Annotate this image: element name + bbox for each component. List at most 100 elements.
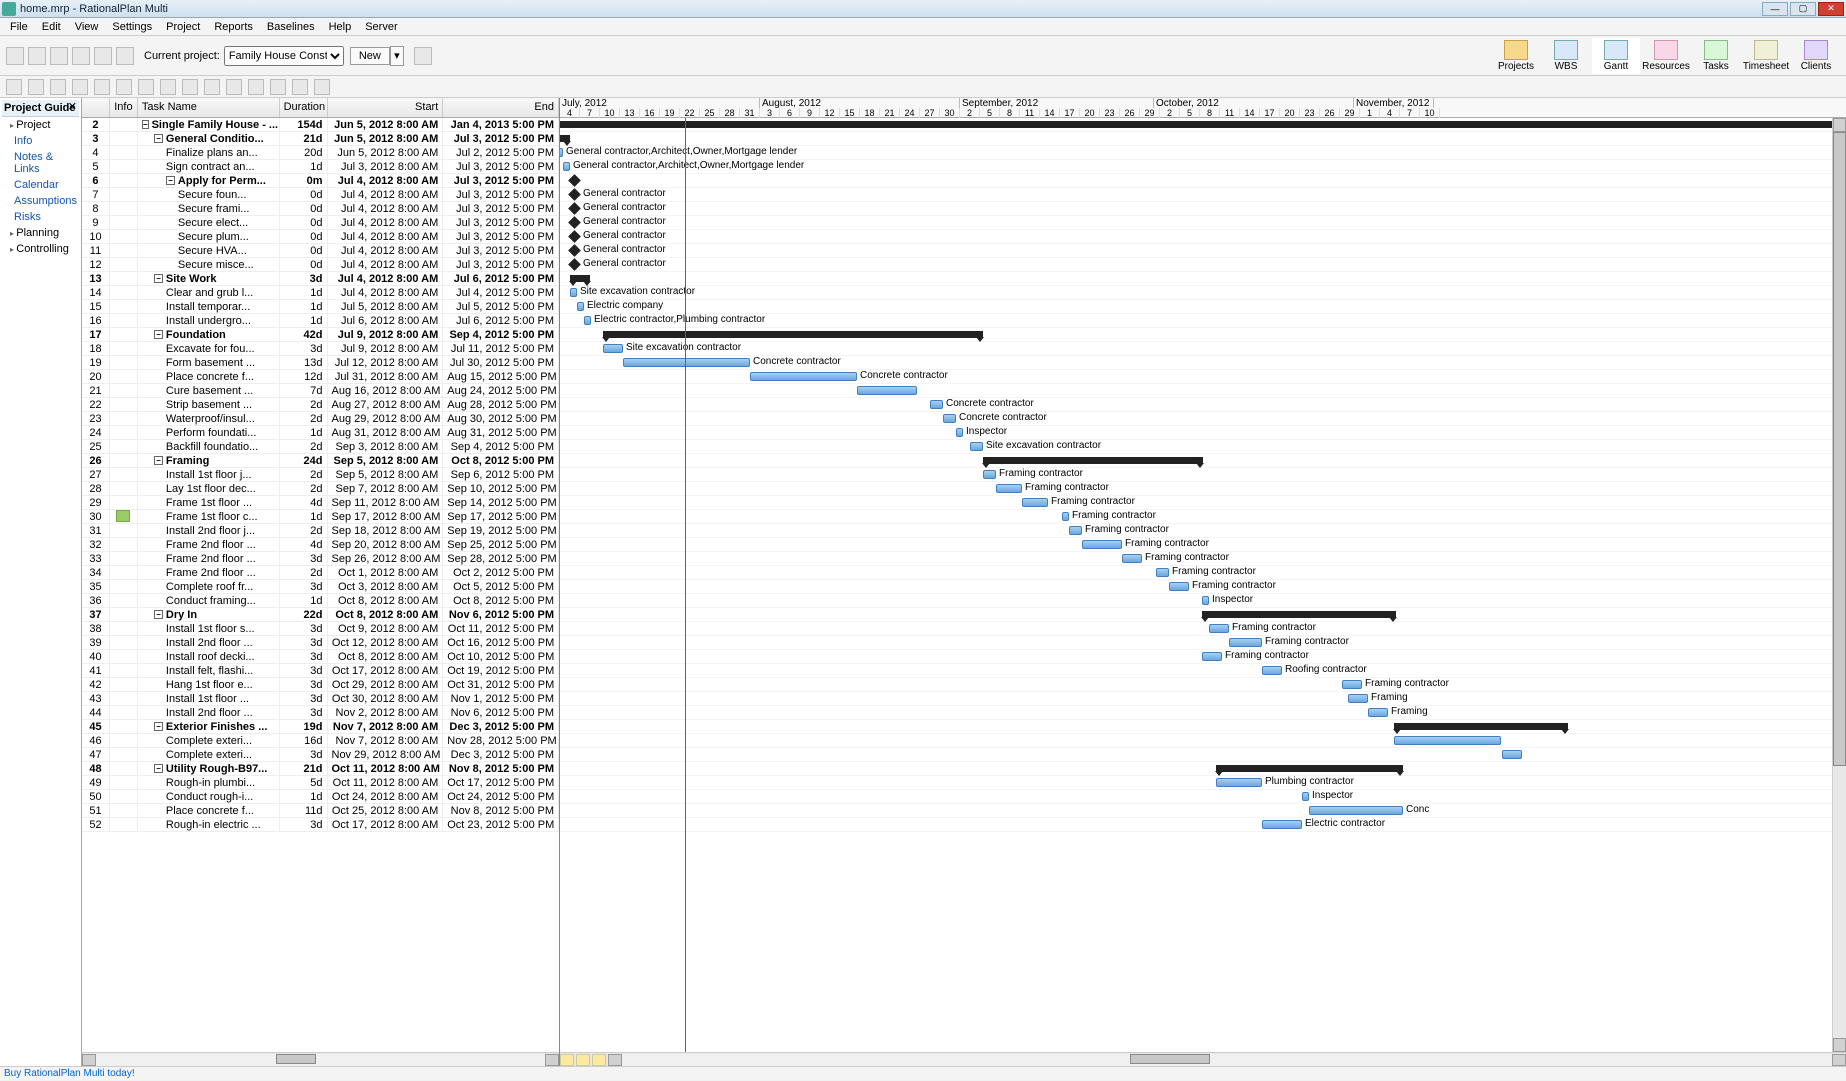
moveup-icon[interactable] (94, 79, 110, 95)
table-row[interactable]: 15Install temporar...1dJul 5, 2012 8:00 … (82, 300, 559, 314)
table-row[interactable]: 20Place concrete f...12dJul 31, 2012 8:0… (82, 370, 559, 384)
milestone[interactable] (568, 188, 581, 201)
gantt-hscrollbar[interactable] (560, 1052, 1846, 1066)
task-bar[interactable] (943, 414, 956, 423)
gantt-row[interactable]: Framing (560, 706, 1846, 720)
gantt-row[interactable]: Framing contractor (560, 622, 1846, 636)
gantt-row[interactable]: Framing contractor (560, 538, 1846, 552)
table-row[interactable]: 12Secure misce...0dJul 4, 2012 8:00 AMJu… (82, 258, 559, 272)
gantt-row[interactable]: Framing contractor (560, 566, 1846, 580)
outdent-icon[interactable] (72, 79, 88, 95)
gantt-row[interactable] (560, 272, 1846, 286)
task-bar[interactable] (623, 358, 750, 367)
movedown-icon[interactable] (116, 79, 132, 95)
table-row[interactable]: 38Install 1st floor s...3dOct 9, 2012 8:… (82, 622, 559, 636)
collapse-icon[interactable]: − (142, 120, 149, 129)
gantt-row[interactable]: Concrete contractor (560, 356, 1846, 370)
gantt-row[interactable] (560, 132, 1846, 146)
ribbon-resources[interactable]: Resources (1642, 38, 1690, 74)
task-bar[interactable] (1156, 568, 1169, 577)
grid-hscrollbar[interactable] (82, 1052, 559, 1066)
gantt-row[interactable]: Conc (560, 804, 1846, 818)
gantt-row[interactable] (560, 384, 1846, 398)
gantt-row[interactable]: Inspector (560, 790, 1846, 804)
milestone[interactable] (568, 230, 581, 243)
new-button[interactable]: New (350, 47, 390, 65)
gantt-row[interactable]: Framing contractor (560, 510, 1846, 524)
gantt-row[interactable]: General contractor,Architect,Owner,Mortg… (560, 160, 1846, 174)
task-bar[interactable] (1169, 582, 1189, 591)
task-bar[interactable] (956, 428, 963, 437)
zoom-in-icon[interactable] (182, 79, 198, 95)
expand-icon[interactable] (138, 79, 154, 95)
task-bar[interactable] (930, 400, 943, 409)
indent-icon[interactable] (50, 79, 66, 95)
table-row[interactable]: 30Frame 1st floor c...1dSep 17, 2012 8:0… (82, 510, 559, 524)
table-row[interactable]: 51Place concrete f...11dOct 25, 2012 8:0… (82, 804, 559, 818)
status-bar[interactable]: Buy RationalPlan Multi today! (0, 1066, 1846, 1080)
table-row[interactable]: 47Complete exteri...3dNov 29, 2012 8:00 … (82, 748, 559, 762)
task-bar[interactable] (577, 302, 584, 311)
milestone[interactable] (568, 174, 581, 187)
gantt-row[interactable]: Electric contractor (560, 818, 1846, 832)
table-row[interactable]: 3−General Conditio...21dJun 5, 2012 8:00… (82, 132, 559, 146)
table-row[interactable]: 19Form basement ...13dJul 12, 2012 8:00 … (82, 356, 559, 370)
gantt-row[interactable]: Electric contractor,Plumbing contractor (560, 314, 1846, 328)
gantt-row[interactable]: Plumbing contractor (560, 776, 1846, 790)
gscroll-right-icon[interactable] (1832, 1054, 1846, 1066)
task-bar[interactable] (1342, 680, 1362, 689)
table-row[interactable]: 37−Dry In22dOct 8, 2012 8:00 AMNov 6, 20… (82, 608, 559, 622)
ribbon-tasks[interactable]: Tasks (1692, 38, 1740, 74)
task-bar[interactable] (1202, 652, 1222, 661)
col-number[interactable] (82, 98, 110, 117)
summary-bar[interactable] (1216, 765, 1403, 772)
col-duration[interactable]: Duration (280, 98, 328, 117)
goto-icon[interactable] (248, 79, 264, 95)
ribbon-timesheet[interactable]: Timesheet (1742, 38, 1790, 74)
table-row[interactable]: 2−Single Family House - ...154dJun 5, 20… (82, 118, 559, 132)
redo-icon[interactable] (116, 47, 134, 65)
guide-calendar[interactable]: Calendar (2, 177, 79, 193)
guide-assumptions[interactable]: Assumptions (2, 193, 79, 209)
task-bar[interactable] (563, 162, 570, 171)
zoom-fit-icon[interactable] (226, 79, 242, 95)
gantt-row[interactable] (560, 720, 1846, 734)
gantt-row[interactable]: Framing contractor (560, 496, 1846, 510)
gantt-vscrollbar[interactable] (1832, 118, 1846, 1052)
unlink-icon[interactable] (28, 79, 44, 95)
table-row[interactable]: 31Install 2nd floor j...2dSep 18, 2012 8… (82, 524, 559, 538)
table-row[interactable]: 48−Utility Rough-B97...21dOct 11, 2012 8… (82, 762, 559, 776)
task-bar[interactable] (584, 316, 591, 325)
table-row[interactable]: 28Lay 1st floor dec...2dSep 7, 2012 8:00… (82, 482, 559, 496)
task-bar[interactable] (1082, 540, 1122, 549)
collapse-icon[interactable]: − (166, 176, 175, 185)
zoom-selected-icon[interactable] (576, 1054, 590, 1066)
link-icon[interactable] (6, 79, 22, 95)
summary-bar[interactable] (603, 331, 983, 338)
milestone[interactable] (568, 202, 581, 215)
menu-help[interactable]: Help (323, 20, 358, 34)
task-bar[interactable] (560, 148, 563, 157)
open-icon[interactable] (28, 47, 46, 65)
table-row[interactable]: 35Complete roof fr...3dOct 3, 2012 8:00 … (82, 580, 559, 594)
gantt-row[interactable] (560, 454, 1846, 468)
gantt-row[interactable]: General contractor,Architect,Owner,Mortg… (560, 146, 1846, 160)
gantt-row[interactable]: Roofing contractor (560, 664, 1846, 678)
gantt-row[interactable] (560, 328, 1846, 342)
zoom-today-icon[interactable] (560, 1054, 574, 1066)
task-bar[interactable] (1368, 708, 1388, 717)
table-row[interactable]: 4Finalize plans an...20dJun 5, 2012 8:00… (82, 146, 559, 160)
gantt-row[interactable] (560, 762, 1846, 776)
ribbon-wbs[interactable]: WBS (1542, 38, 1590, 74)
gantt-row[interactable]: Framing contractor (560, 524, 1846, 538)
col-end[interactable]: End (443, 98, 559, 117)
table-row[interactable]: 22Strip basement ...2dAug 27, 2012 8:00 … (82, 398, 559, 412)
task-bar[interactable] (570, 288, 577, 297)
task-bar[interactable] (1309, 806, 1403, 815)
task-bar[interactable] (996, 484, 1022, 493)
gantt-row[interactable]: General contractor (560, 188, 1846, 202)
menu-project[interactable]: Project (160, 20, 206, 34)
table-row[interactable]: 45−Exterior Finishes ...19dNov 7, 2012 8… (82, 720, 559, 734)
guide-risks[interactable]: Risks (2, 209, 79, 225)
gantt-row[interactable]: Framing contractor (560, 482, 1846, 496)
